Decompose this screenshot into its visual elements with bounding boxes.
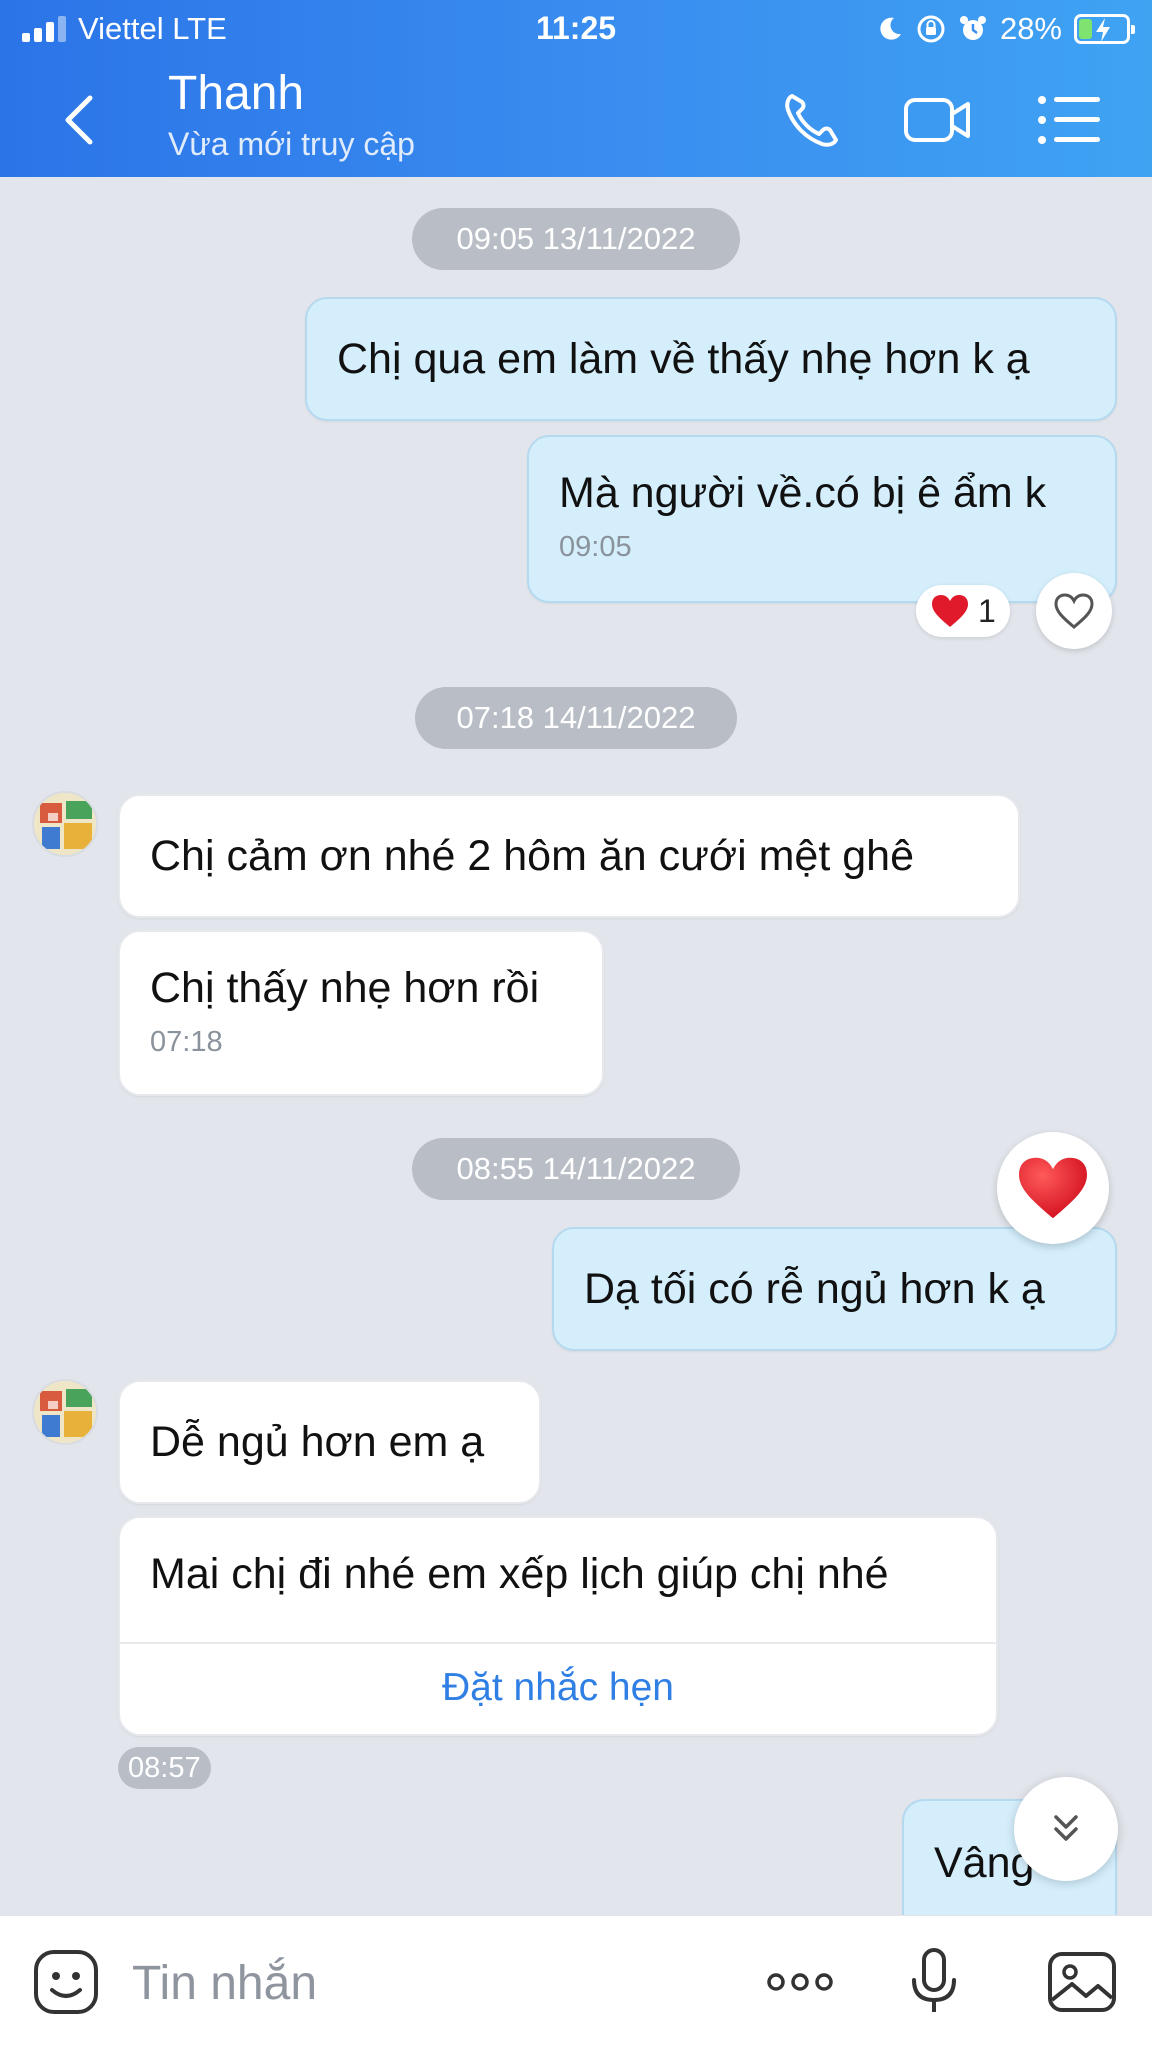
- react-button[interactable]: [1036, 573, 1112, 649]
- outgoing-message[interactable]: Dạ tối có rễ ngủ hơn k ạ: [552, 1227, 1117, 1351]
- status-right: 28%: [876, 11, 1135, 46]
- heart-icon: [1019, 1157, 1087, 1219]
- scroll-to-bottom-button[interactable]: [1014, 1777, 1118, 1881]
- composer-bar: Tin nhắn: [0, 1915, 1152, 2048]
- incoming-message[interactable]: Chị cảm ơn nhé 2 hôm ăn cưới mệt ghê: [118, 794, 1020, 918]
- heart-icon: [932, 595, 968, 627]
- back-icon[interactable]: [52, 90, 112, 150]
- battery-percent: 28%: [999, 11, 1062, 46]
- message-text: Chị thấy nhẹ hơn rồi: [150, 964, 540, 1012]
- moon-icon: [880, 17, 901, 40]
- message-text: Mai chị đi nhé em xếp lịch giúp chị nhé: [150, 1550, 889, 1598]
- battery-charging-icon: [1074, 14, 1135, 44]
- set-reminder-link[interactable]: Đặt nhắc hẹn: [120, 1666, 996, 1710]
- divider: [120, 1642, 996, 1644]
- message-time: 08:57: [118, 1747, 211, 1789]
- double-chevron-down-icon: [1054, 1815, 1078, 1841]
- outgoing-message[interactable]: Chị qua em làm về thấy nhẹ hơn k ạ: [305, 297, 1117, 421]
- reaction-count: 1: [978, 592, 996, 629]
- alarm-icon: [959, 16, 986, 40]
- date-separator: 09:05 13/11/2022: [412, 208, 740, 270]
- incoming-message[interactable]: Chị thấy nhẹ hơn rồi 07:18: [118, 930, 604, 1096]
- lock-rotation-icon: [917, 15, 945, 43]
- message-text: Dễ ngủ hơn em ạ: [150, 1418, 485, 1466]
- chat-header: Viettel LTE 11:25 28% Thanh Vừa mới truy…: [0, 0, 1152, 177]
- contact-avatar[interactable]: [32, 1379, 98, 1445]
- reaction-summary[interactable]: 1: [916, 585, 1010, 637]
- presence-status: Vừa mới truy cập: [168, 126, 415, 162]
- status-bar: Viettel LTE 11:25 28%: [0, 0, 1152, 58]
- message-time: 07:18: [150, 1026, 223, 1058]
- incoming-message[interactable]: Mai chị đi nhé em xếp lịch giúp chị nhé …: [118, 1516, 998, 1736]
- menu-icon[interactable]: [1034, 84, 1106, 156]
- message-time: 09:05: [559, 531, 632, 563]
- image-icon[interactable]: [1046, 1946, 1118, 2018]
- heart-outline-icon: [1054, 593, 1094, 629]
- date-separator: 07:18 14/11/2022: [415, 687, 737, 749]
- battery-fill: [1079, 19, 1092, 39]
- date-separator: 08:55 14/11/2022: [412, 1138, 740, 1200]
- incoming-message[interactable]: Dễ ngủ hơn em ạ: [118, 1380, 541, 1504]
- microphone-icon[interactable]: [898, 1946, 970, 2018]
- sticker-icon[interactable]: [30, 1946, 102, 2018]
- message-input[interactable]: Tin nhắn: [132, 1956, 317, 2011]
- message-text: Chị qua em làm về thấy nhẹ hơn k ạ: [337, 335, 1030, 383]
- phone-icon[interactable]: [776, 84, 848, 156]
- contact-name[interactable]: Thanh: [168, 66, 304, 121]
- message-list[interactable]: 09:05 13/11/2022 Chị qua em làm về thấy …: [0, 177, 1152, 1915]
- message-text: Dạ tối có rễ ngủ hơn k ạ: [584, 1265, 1045, 1313]
- outgoing-message[interactable]: Mà người về.có bị ê ẩm k 09:05: [527, 435, 1117, 603]
- heart-reaction-button[interactable]: [997, 1132, 1109, 1244]
- video-icon[interactable]: [902, 84, 974, 156]
- more-icon[interactable]: [764, 1946, 836, 2018]
- message-text: Chị cảm ơn nhé 2 hôm ăn cưới mệt ghê: [150, 832, 914, 880]
- message-text: Mà người về.có bị ê ẩm k: [559, 469, 1047, 517]
- contact-avatar[interactable]: [32, 791, 98, 857]
